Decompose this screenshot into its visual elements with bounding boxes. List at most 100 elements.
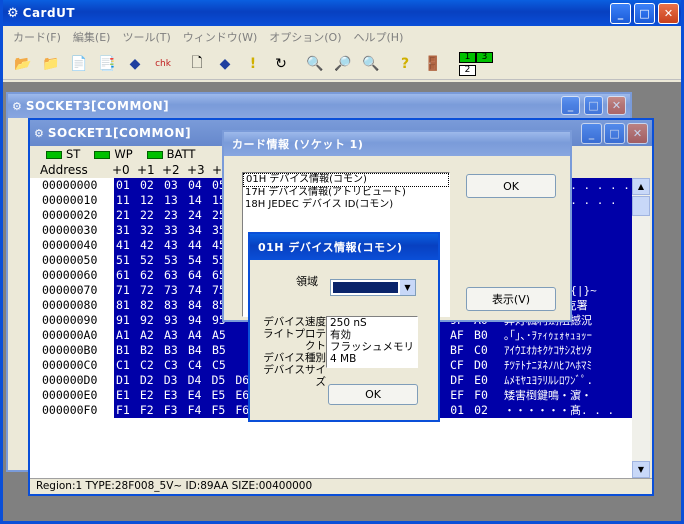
hex-cell[interactable]: E5 <box>212 388 236 403</box>
hex-cell[interactable]: F4 <box>188 403 212 418</box>
hex-cell[interactable]: 22 <box>140 208 164 223</box>
hex-cell[interactable]: D3 <box>164 373 188 388</box>
hex-cell[interactable]: E2 <box>140 388 164 403</box>
hex-cell[interactable]: C4 <box>188 358 212 373</box>
list-item[interactable]: 17H デバイス情報(アトリビュート) <box>243 187 449 199</box>
hex-cell[interactable]: 61 <box>116 268 140 283</box>
hex-cell[interactable]: A4 <box>188 328 212 343</box>
hex-cell[interactable]: 62 <box>140 268 164 283</box>
hex-cell[interactable]: 72 <box>140 283 164 298</box>
hex-cell[interactable]: 21 <box>116 208 140 223</box>
hex-cell[interactable]: B4 <box>188 343 212 358</box>
socket1-minimize-button[interactable]: _ <box>581 123 602 144</box>
hex-cell[interactable]: A3 <box>164 328 188 343</box>
device-info-title-bar[interactable]: 01H デバイス情報(コモン) <box>250 234 438 260</box>
hex-cell[interactable]: D4 <box>188 373 212 388</box>
hex-cell[interactable]: 64 <box>188 268 212 283</box>
hex-cell[interactable]: B3 <box>164 343 188 358</box>
chevron-down-icon[interactable]: ▼ <box>400 280 415 295</box>
hex-cell[interactable]: 53 <box>164 253 188 268</box>
hex-cell[interactable]: 81 <box>116 298 140 313</box>
hex-cell[interactable]: B5 <box>212 343 236 358</box>
hex-cell[interactable]: 13 <box>164 193 188 208</box>
hex-cell[interactable]: C5 <box>212 358 236 373</box>
hex-cell[interactable]: E3 <box>164 388 188 403</box>
card-info-title-bar[interactable]: カード情報 (ソケット 1) <box>224 132 570 156</box>
hex-cell[interactable]: 01 <box>116 178 140 193</box>
hex-cell[interactable]: C0 <box>474 343 498 358</box>
socket1-close-button[interactable]: ✕ <box>627 123 648 144</box>
hex-cell[interactable]: E0 <box>474 373 498 388</box>
ascii-cell[interactable]: ・・・・・・髙. . . <box>498 403 634 418</box>
search-prev-icon[interactable]: 🔍 <box>357 50 385 78</box>
hex-cell[interactable]: EF <box>450 388 474 403</box>
menu-item-3[interactable]: ウィンドウ(W) <box>177 29 263 45</box>
hex-cell[interactable]: A2 <box>140 328 164 343</box>
hex-cell[interactable]: 44 <box>188 238 212 253</box>
hex-cell[interactable]: 01 <box>450 403 474 418</box>
socket1-maximize-button[interactable]: □ <box>604 123 625 144</box>
hex-cell[interactable]: 41 <box>116 238 140 253</box>
hex-cell[interactable]: F5 <box>212 403 236 418</box>
socket3-minimize-button[interactable]: _ <box>561 96 580 115</box>
main-title-bar[interactable]: ⚙ CardUT _ □ ✕ <box>3 0 681 26</box>
hex-cell[interactable]: 82 <box>140 298 164 313</box>
ascii-cell[interactable]: ﾑﾒﾓﾔﾕﾖﾗﾘﾙﾚﾛﾜﾝﾞﾟ. <box>498 373 634 388</box>
hex-cell[interactable]: A1 <box>116 328 140 343</box>
hex-cell[interactable]: 92 <box>140 313 164 328</box>
menu-item-5[interactable]: ヘルプ(H) <box>348 29 410 45</box>
card-icon[interactable]: ◆ <box>121 50 149 78</box>
hex-cell[interactable]: F0 <box>474 388 498 403</box>
hex-cell[interactable]: 11 <box>116 193 140 208</box>
document-pc-icon[interactable]: 📄 <box>65 50 93 78</box>
hex-cell[interactable]: B2 <box>140 343 164 358</box>
ascii-cell[interactable]: 矮害椡鍵鳴・濵・ <box>498 388 634 403</box>
ascii-cell[interactable]: ｱｲｳｴｵｶｷｸｹｺｻｼｽｾｿﾀ <box>498 343 634 358</box>
copy-card-icon[interactable]: 📑 <box>93 50 121 78</box>
hex-cell[interactable]: 93 <box>164 313 188 328</box>
exit-icon[interactable]: 🚪 <box>419 50 447 78</box>
socket3-close-button[interactable]: ✕ <box>607 96 626 115</box>
hex-cell[interactable]: F1 <box>116 403 140 418</box>
hex-cell[interactable]: D2 <box>140 373 164 388</box>
hex-cell[interactable]: CF <box>450 358 474 373</box>
hex-cell[interactable]: 91 <box>116 313 140 328</box>
exclamation-icon[interactable]: ! <box>239 50 267 78</box>
hex-cell[interactable]: 51 <box>116 253 140 268</box>
vertical-scrollbar[interactable]: ▲ ▼ <box>632 178 650 478</box>
ascii-cell[interactable]: ﾁﾂﾃﾄﾅﾆﾇﾈﾉﾊﾋﾌﾍﾎﾏﾐ <box>498 358 634 373</box>
hex-cell[interactable]: B1 <box>116 343 140 358</box>
scroll-down-button[interactable]: ▼ <box>632 461 650 478</box>
hex-cell[interactable]: D0 <box>474 358 498 373</box>
hex-cell[interactable]: 42 <box>140 238 164 253</box>
menu-item-1[interactable]: 編集(E) <box>67 29 117 45</box>
menu-item-4[interactable]: オプション(O) <box>263 29 347 45</box>
rotate-icon[interactable]: ↻ <box>267 50 295 78</box>
close-button[interactable]: ✕ <box>658 3 679 24</box>
hex-cell[interactable]: D1 <box>116 373 140 388</box>
hex-cell[interactable]: D5 <box>212 373 236 388</box>
area-select[interactable]: ▼ <box>330 279 416 296</box>
socket3-title-bar[interactable]: ⚙ SOCKET3[COMMON] _ □ ✕ <box>8 94 630 118</box>
card-info-ok-button[interactable]: OK <box>466 174 556 198</box>
new-page-icon[interactable]: 🗋 <box>183 50 211 78</box>
scroll-thumb[interactable] <box>632 196 650 216</box>
hex-cell[interactable]: 04 <box>188 178 212 193</box>
search-icon[interactable]: 🔍 <box>301 50 329 78</box>
hex-cell[interactable]: AF <box>450 328 474 343</box>
hex-cell[interactable]: 94 <box>188 313 212 328</box>
open-folder-icon[interactable]: 📂 <box>9 50 37 78</box>
minimize-button[interactable]: _ <box>610 3 631 24</box>
display-button[interactable]: 表示(V) <box>466 287 556 311</box>
hex-cell[interactable]: 23 <box>164 208 188 223</box>
hex-cell[interactable]: 02 <box>474 403 498 418</box>
hex-cell[interactable]: 54 <box>188 253 212 268</box>
hex-cell[interactable]: 83 <box>164 298 188 313</box>
hex-cell[interactable]: 34 <box>188 223 212 238</box>
hex-cell[interactable]: 24 <box>188 208 212 223</box>
hex-cell[interactable]: C2 <box>140 358 164 373</box>
hex-cell[interactable]: 52 <box>140 253 164 268</box>
list-item[interactable]: 01H デバイス情報(コモン) <box>243 173 449 187</box>
hex-cell[interactable]: BF <box>450 343 474 358</box>
socket3-maximize-button[interactable]: □ <box>584 96 603 115</box>
